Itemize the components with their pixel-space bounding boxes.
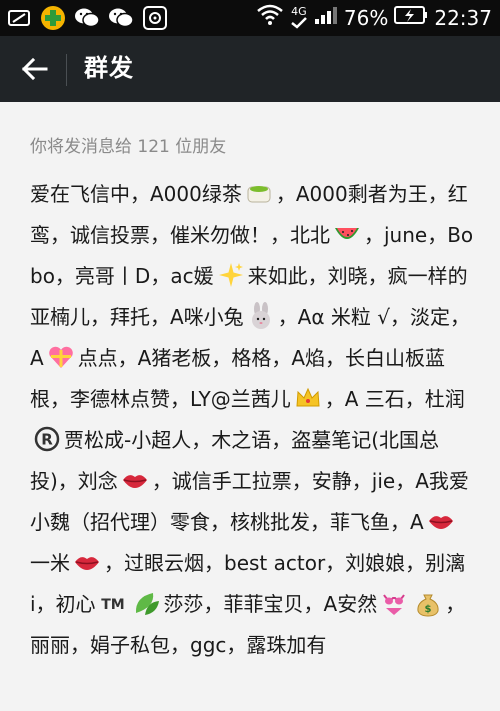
lips-icon	[73, 548, 101, 576]
screen-icon	[6, 5, 32, 31]
recipient-count-text: 你将发消息给 121 位朋友	[30, 137, 227, 157]
recipient-names: 一米	[30, 551, 70, 575]
bikini-icon	[380, 589, 408, 617]
shield-icon	[142, 5, 168, 31]
clock: 22:37	[434, 5, 492, 30]
page-title: 群发	[84, 54, 134, 82]
status-bar: 4G 76% 22:37	[0, 0, 500, 36]
rabbit-icon	[247, 302, 275, 330]
system-icons: 4G 76% 22:37	[256, 4, 492, 31]
wechat-icon	[74, 5, 100, 31]
header-divider	[66, 54, 67, 86]
arrow-left-icon	[21, 57, 48, 81]
back-button[interactable]	[14, 50, 54, 88]
game-icon	[40, 5, 66, 31]
recipient-list: 爱在飞信中，A000绿茶 ，A000剩者为王，红鸾，诚信投票，催米勿做！，北北 ，j…	[30, 174, 476, 666]
registered-icon	[33, 425, 61, 453]
battery-charging-icon	[394, 5, 428, 30]
watermelon-icon	[333, 220, 361, 248]
lips-icon	[121, 466, 149, 494]
recipient-names: 爱在飞信中，A000绿茶	[30, 182, 242, 206]
broadcast-content: 你将发消息给 121 位朋友 爱在飞信中，A000绿茶 ，A000剩者为王，红鸾，…	[0, 102, 500, 711]
trademark-icon	[99, 589, 127, 617]
money-bag-icon	[414, 589, 442, 617]
app-bar: 群发	[0, 36, 500, 102]
heart-gift-icon	[47, 343, 75, 371]
wechat-icon	[108, 5, 134, 31]
network-type: 4G	[291, 5, 307, 18]
sparkles-icon	[217, 261, 245, 289]
network-indicator: 4G	[290, 6, 308, 29]
leaves-icon	[133, 589, 161, 617]
wifi-icon	[256, 4, 284, 31]
recipient-names: 莎莎，菲菲宝贝，A安然	[163, 592, 378, 616]
battery-level: 76%	[343, 5, 389, 30]
tea-icon	[245, 179, 273, 207]
crown-icon	[294, 384, 322, 412]
notification-icons	[6, 5, 168, 31]
recipient-names: ，A 三石，杜润	[324, 387, 465, 411]
signal-icon	[314, 5, 338, 30]
lips-icon	[427, 507, 455, 535]
